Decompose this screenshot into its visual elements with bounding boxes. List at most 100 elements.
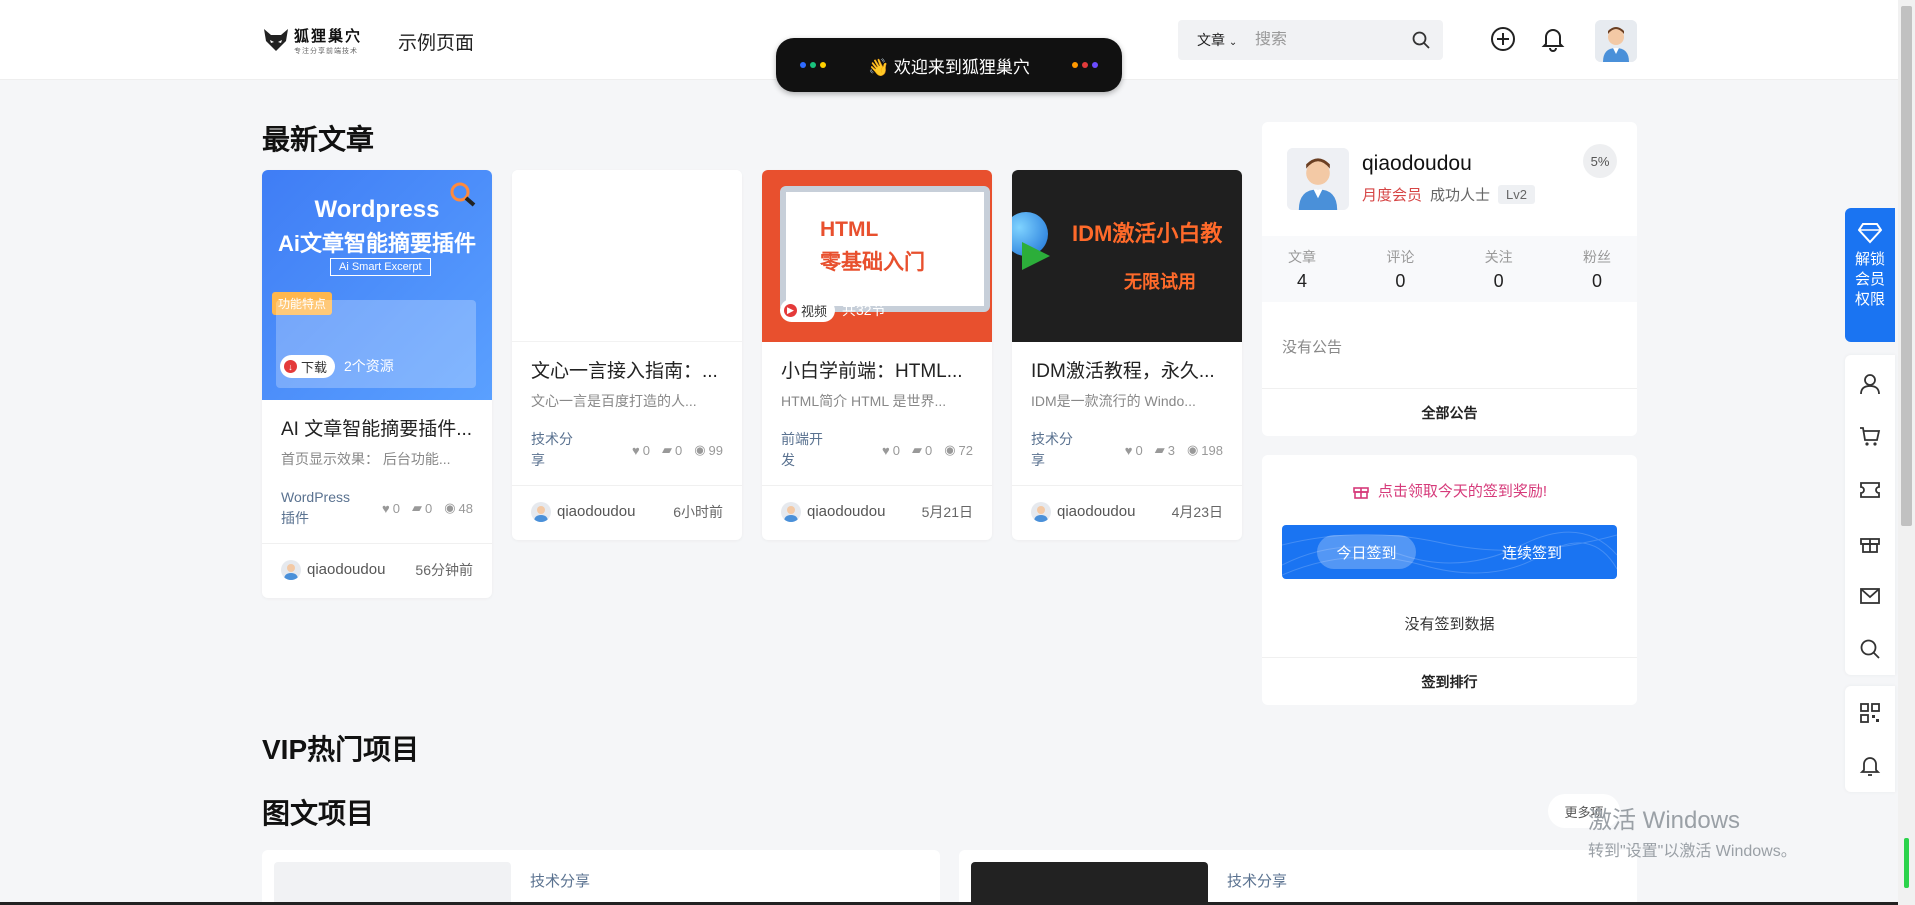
download-badge: ↓ 下载 [280,355,336,378]
stat-articles[interactable]: 文章 4 [1282,236,1322,302]
cart-icon[interactable] [1859,426,1881,448]
notification-bell-icon[interactable] [1859,754,1881,776]
author-avatar[interactable] [281,559,301,580]
sign-reward-link[interactable]: 点击领取今天的签到奖励! [1262,480,1637,501]
heart-icon: ♥ [882,442,890,458]
project-card[interactable]: 技术分享 [262,850,940,905]
article-card[interactable]: HTML 零基础入门 ▶ 视频 共32节 小白学前端：HTML... HTML简介… [762,170,992,540]
sign-today-button[interactable]: 今日签到 [1317,535,1416,569]
article-title[interactable]: 文心一言接入指南：... [531,356,723,383]
project-thumbnail[interactable] [274,862,511,905]
eye-icon: ◉ [694,442,706,457]
all-notices-button[interactable]: 全部公告 [1262,388,1637,436]
continuous-sign-label[interactable]: 连续签到 [1502,542,1562,563]
article-thumbnail[interactable]: Wordpress Ai文章智能摘要插件 Ai Smart Excerpt 功能… [262,170,492,400]
view-count-value: 72 [958,442,973,458]
article-category[interactable]: WordPress插件 [281,487,350,529]
article-card[interactable]: IDM激活小白教 无限试用 IDM激活教程，永久... IDM是一款流行的 Wi… [1012,170,1242,540]
author-avatar[interactable] [531,501,551,522]
author-name[interactable]: qiaodoudou [307,561,385,578]
user-avatar[interactable] [1287,148,1349,210]
welcome-dots-right [1072,62,1098,68]
stat-comments[interactable]: 评论 0 [1380,236,1420,302]
user-name[interactable]: qiaodoudou [1362,152,1472,176]
article-thumbnail[interactable] [512,170,742,342]
stat-following[interactable]: 关注 0 [1479,236,1519,302]
article-title[interactable]: AI 文章智能摘要插件... [281,414,473,441]
logo-subtext: 专注分享前端技术 [294,47,358,55]
article-excerpt: 首页显示效果： 后台功能... [281,451,451,467]
play-icon: ▶ [784,304,797,317]
article-category[interactable]: 技术分享 [1031,429,1081,471]
bell-icon[interactable] [1540,26,1566,52]
view-count-value: 48 [458,500,473,516]
search-icon[interactable] [1859,638,1881,660]
article-excerpt: HTML简介 HTML 是世界... [781,393,947,409]
article-category[interactable]: 技术分享 [531,429,581,471]
author-avatar[interactable] [781,501,801,522]
ticket-icon[interactable] [1859,479,1881,501]
unlock-vip-button[interactable]: 解锁会员权限 [1845,208,1895,342]
like-count: ♥ 0 [382,500,400,516]
article-category[interactable]: 前端开发 [781,429,831,471]
site-logo[interactable]: 狐狸巢穴 专注分享前端技术 [262,22,362,58]
heart-icon: ♥ [1124,442,1133,458]
search-input[interactable] [1255,31,1395,49]
sign-rank-button[interactable]: 签到排行 [1262,657,1637,705]
article-thumbnail[interactable]: HTML 零基础入门 ▶ 视频 共32节 [762,170,992,342]
video-badge: ▶ 视频 [780,299,836,322]
author-name[interactable]: qiaodoudou [557,503,635,520]
article-time: 4月23日 [1171,503,1223,520]
download-icon: ↓ [284,360,297,373]
add-circle-icon[interactable] [1490,26,1516,52]
like-count-value: 0 [642,442,650,458]
magnifier-icon [450,182,476,207]
comment-count: ▰ 3 [1155,442,1175,458]
comment-count-value: 0 [674,442,683,458]
author-name[interactable]: qiaodoudou [1057,503,1135,520]
article-time: 56分钟前 [415,561,473,578]
eye-icon: ◉ [1186,442,1199,457]
search-icon[interactable] [1411,30,1431,50]
project-category[interactable]: 技术分享 [530,870,590,891]
article-card[interactable]: Wordpress Ai文章智能摘要插件 Ai Smart Excerpt 功能… [262,170,492,598]
stat-followers[interactable]: 粉丝 0 [1577,236,1617,302]
qrcode-icon[interactable] [1859,702,1881,724]
sign-in-panel: 点击领取今天的签到奖励! 今日签到 连续签到 没有签到数据 签到排行 [1262,455,1637,705]
windows-activation-subtitle: 转到"设置"以激活 Windows。 [1588,843,1797,860]
header-avatar[interactable] [1595,20,1637,62]
article-title[interactable]: IDM激活教程，永久... [1031,356,1223,383]
search-box: 文章 ⌄ [1178,20,1443,60]
like-count: ♥ 0 [882,442,900,458]
level-name: 成功人士 [1430,187,1491,204]
stat-label: 粉丝 [1582,248,1611,265]
video-badge-text: 视频 [801,304,828,319]
resource-count: 2个资源 [344,358,394,374]
search-type-select[interactable]: 文章 ⌄ [1197,30,1255,50]
level-badge: Lv2 [1498,185,1535,204]
user-icon[interactable] [1859,373,1881,395]
diamond-icon [1858,223,1882,244]
comment-icon: ▰ [911,442,922,457]
article-excerpt: IDM是一款流行的 Windo... [1031,393,1196,409]
article-card[interactable]: 文心一言接入指南：... 文心一言是百度打造的人... 技术分享 ♥ 0 ▰ 0 ◉… [512,170,742,540]
project-card[interactable]: 技术分享 [959,850,1637,905]
thumb-title-2: 零基础入门 [820,251,925,274]
author-name[interactable]: qiaodoudou [807,503,885,520]
scrollbar-thumb[interactable] [1901,6,1912,526]
user-stats: 文章 4 评论 0 关注 0 粉丝 0 [1262,236,1637,302]
gift-icon[interactable] [1859,532,1881,554]
nav-sample-page[interactable]: 示例页面 [398,28,474,55]
project-category[interactable]: 技术分享 [1227,870,1287,891]
notice-text: 没有公告 [1282,339,1343,356]
article-thumbnail[interactable]: IDM激活小白教 无限试用 [1012,170,1242,342]
level-progress: 5% [1583,144,1617,178]
mail-icon[interactable] [1859,585,1881,607]
vip-badge[interactable]: 月度会员 [1362,184,1422,205]
article-title[interactable]: 小白学前端：HTML... [781,356,973,383]
welcome-banner: 👋 欢迎来到狐狸巢穴 [776,38,1122,92]
heart-icon: ♥ [632,442,640,458]
page-scrollbar[interactable] [1898,0,1915,905]
author-avatar[interactable] [1031,501,1051,522]
project-thumbnail[interactable] [971,862,1208,905]
